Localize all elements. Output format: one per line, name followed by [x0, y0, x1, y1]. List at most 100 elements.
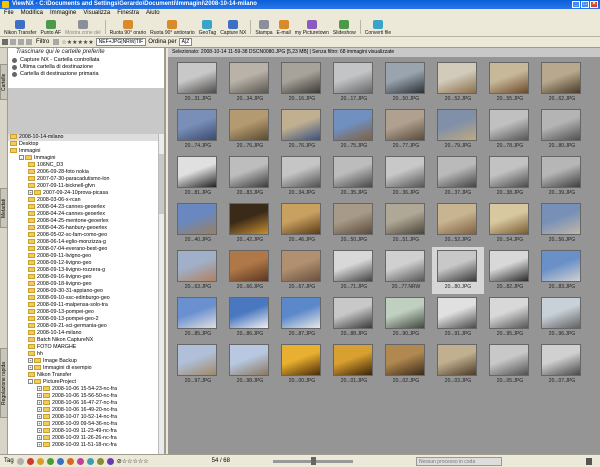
thumbnail-image[interactable]	[541, 250, 581, 282]
thumbnail-image[interactable]	[333, 109, 373, 141]
tab-metadati[interactable]: Metadati	[0, 188, 8, 228]
collapse-icon[interactable]: -	[28, 379, 33, 384]
tree-node[interactable]: 2008-10-14-milano	[8, 330, 158, 337]
thumbnail-item[interactable]: 20...91.JPG	[432, 294, 484, 341]
thumbnail-image[interactable]	[489, 250, 529, 282]
thumbnail-item[interactable]: 20...51.JPG	[380, 200, 432, 247]
thumbnail-item[interactable]: 20...98.JPG	[224, 341, 276, 388]
tree-node[interactable]: - PictureProject	[8, 379, 158, 386]
toolbar-convert-button[interactable]: Converti file	[363, 20, 393, 36]
thumbnail-image[interactable]	[229, 62, 269, 94]
expand-icon[interactable]: +	[37, 421, 42, 426]
tree-node[interactable]: +2008-10-09 11-26-26-nc-fra	[8, 435, 158, 442]
thumbnail-item[interactable]: 20...95.JPG	[484, 294, 536, 341]
thumbnail-image[interactable]	[541, 62, 581, 94]
thumbnail-item[interactable]: 20...79.JPG	[432, 106, 484, 153]
thumbnail-item[interactable]: 20...88.JPG	[328, 294, 380, 341]
menu-visualizza[interactable]: Visualizza	[83, 9, 110, 18]
tree-node[interactable]: +2008-10-06 16-47-27-nc-fra	[8, 400, 158, 407]
thumbnail-item[interactable]: 20...66.JPG	[224, 247, 276, 294]
thumbnail-item[interactable]: 20...80.JPG	[536, 106, 588, 153]
expand-icon[interactable]: +	[37, 442, 42, 447]
expand-icon[interactable]: +	[37, 407, 42, 412]
tree-node[interactable]: - Immagini	[8, 155, 158, 162]
format-filter-dropdown[interactable]: NEF+JPG|NRW|TIF	[95, 38, 147, 46]
thumbnail-item[interactable]: 20...39.JPG	[536, 153, 588, 200]
thumbnail-image[interactable]	[333, 344, 373, 376]
thumbnail-image[interactable]	[229, 297, 269, 329]
menu-modifica[interactable]: Modifica	[21, 9, 43, 18]
thumbnail-image[interactable]	[385, 109, 425, 141]
thumbnail-image[interactable]	[333, 62, 373, 94]
thumbnail-item[interactable]: 20...76.JPG	[224, 106, 276, 153]
collapse-icon[interactable]: -	[19, 155, 24, 160]
tree-node[interactable]: 106NC_D3	[8, 162, 158, 169]
thumbnail-image[interactable]	[437, 109, 477, 141]
thumbnail-item[interactable]: 20...56.JPG	[536, 200, 588, 247]
thumbnail-item[interactable]: 20...35.JPG	[328, 153, 380, 200]
tree-node[interactable]: +2008-10-09 11-51-18-nc-fra	[8, 442, 158, 449]
tree-node[interactable]: 2008-05-02-sc-fam-como-geo	[8, 232, 158, 239]
thumbnail-item[interactable]: 20...17.JPG	[328, 59, 380, 106]
tree-node[interactable]: 2008-09-11-malpensa-solo-tra	[8, 302, 158, 309]
tab-cartelle[interactable]: Cartelle	[0, 64, 8, 100]
thumbnail-image[interactable]	[177, 344, 217, 376]
thumbnail-image[interactable]	[489, 109, 529, 141]
expand-icon[interactable]: +	[37, 400, 42, 405]
thumbnail-item[interactable]: 20...76.JPG	[276, 106, 328, 153]
tab-regolazione-rapida[interactable]: Regolazione rapida	[0, 348, 8, 418]
single-view-icon[interactable]	[18, 39, 24, 45]
thumbnail-image[interactable]	[437, 344, 477, 376]
expand-icon[interactable]: +	[28, 358, 33, 363]
thumbnail-item[interactable]: 20...03.JPG	[432, 341, 484, 388]
tree-node[interactable]: 2007-09-11-bicknell-gfvn	[8, 183, 158, 190]
tree-node[interactable]: 2006-09-28-foto nokia	[8, 169, 158, 176]
close-icon[interactable]: ×	[590, 1, 598, 8]
thumbnail-item[interactable]: 20...01.JPG	[328, 341, 380, 388]
thumbnail-item[interactable]: 20...34.JPG	[224, 59, 276, 106]
grid-view-icon[interactable]	[2, 39, 8, 45]
thumbnail-image[interactable]	[229, 250, 269, 282]
tree-node[interactable]: + Image Backup	[8, 358, 158, 365]
thumbnail-image[interactable]	[229, 344, 269, 376]
filmstrip-view-icon[interactable]	[10, 39, 16, 45]
toolbar-geotag-button[interactable]: GeoTag	[197, 20, 219, 36]
slider-knob[interactable]	[310, 456, 316, 465]
toolbar-picturetown-button[interactable]: my Picturetown	[293, 20, 331, 36]
thumbnail-item[interactable]: 20...02.JPG	[380, 341, 432, 388]
thumbnail-image[interactable]	[541, 297, 581, 329]
thumbnail-image[interactable]	[281, 344, 321, 376]
thumbnail-item[interactable]: 20...34.JPG	[276, 153, 328, 200]
menu-aiuto[interactable]: Aiuto	[146, 9, 160, 18]
expand-icon[interactable]: +	[37, 435, 42, 440]
thumbnail-item[interactable]: 20...38.JPG	[484, 153, 536, 200]
tree-node[interactable]: 2008-09-21-sci-germania-geo	[8, 323, 158, 330]
thumbnail-item[interactable]: 20...00.JPG	[276, 341, 328, 388]
thumbnail-image[interactable]	[385, 156, 425, 188]
toolbar-capture-nx-button[interactable]: Capture NX	[218, 20, 248, 36]
thumbnail-item[interactable]: 20...54.JPG	[484, 200, 536, 247]
thumbnail-image[interactable]	[385, 297, 425, 329]
toolbar-rotate-cw-button[interactable]: Ruota 90° orario	[108, 20, 148, 36]
tree-node[interactable]: 2008-04-26-hanbury-geoerlex	[8, 225, 158, 232]
tree-node[interactable]: + Immagini di esempio	[8, 365, 158, 372]
label-2-icon[interactable]	[36, 457, 44, 465]
tree-node[interactable]: 2008-04-23-cannes-geoerlex	[8, 204, 158, 211]
thumbnail-item[interactable]: 20...05.JPG	[484, 341, 536, 388]
sort-dropdown[interactable]: A|Z	[178, 38, 193, 46]
tree-node[interactable]: Immagini	[8, 148, 158, 155]
thumbnail-image[interactable]	[437, 297, 477, 329]
thumbnail-image[interactable]	[385, 62, 425, 94]
thumbnail-image[interactable]	[437, 156, 477, 188]
tree-node[interactable]: 2008-04-25-mentone-geoerlex	[8, 218, 158, 225]
expand-icon[interactable]: +	[37, 386, 42, 391]
thumbnail-item[interactable]: 20...78.JPG	[484, 106, 536, 153]
tree-node[interactable]: 2008-09-30-31-appiano-geo	[8, 288, 158, 295]
tree-node[interactable]: hh	[8, 351, 158, 358]
thumbnail-image[interactable]	[385, 250, 425, 282]
expand-icon[interactable]: +	[28, 365, 33, 370]
tree-node[interactable]: 2008-09-13-pompei-geo	[8, 309, 158, 316]
thumbnail-image[interactable]	[489, 62, 529, 94]
tree-node[interactable]: 2008-09-13-pompei-geo-2	[8, 316, 158, 323]
thumbnail-item[interactable]: 20...31.JPG	[172, 59, 224, 106]
